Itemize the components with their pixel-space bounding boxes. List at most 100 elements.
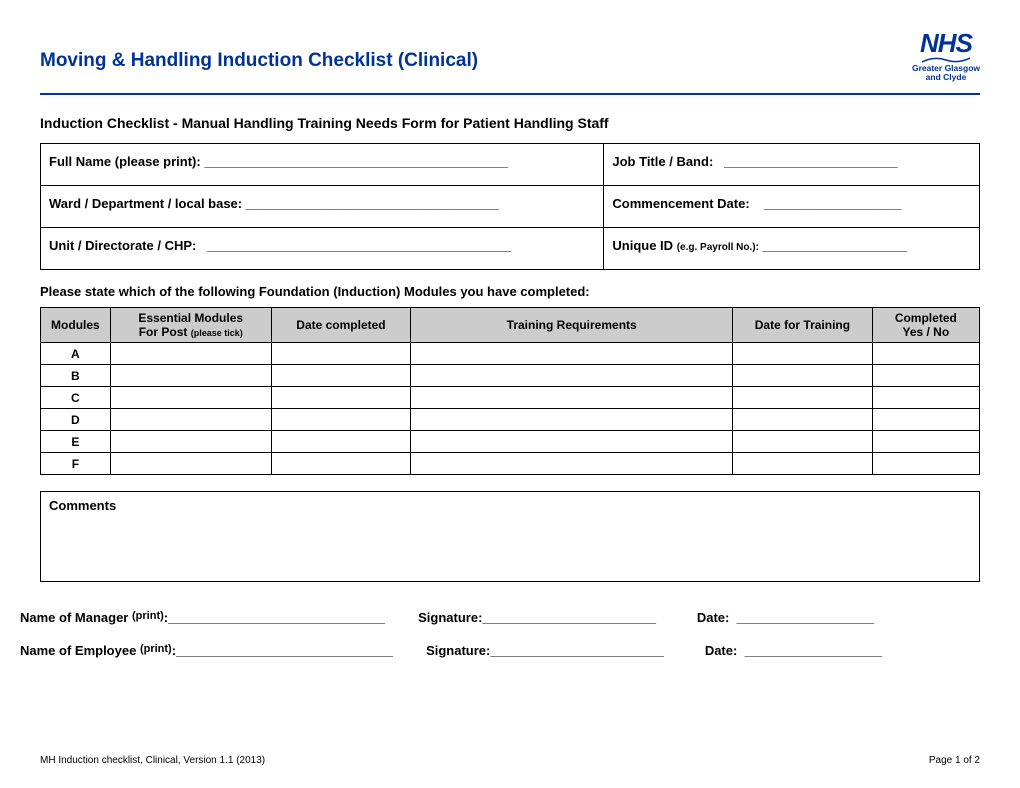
cell-essential[interactable] [110,343,271,365]
cell-date-completed[interactable] [271,343,411,365]
module-label: A [41,343,111,365]
hdr-essential: Essential Modules For Post (please tick) [110,307,271,343]
module-row-b: B [41,365,980,387]
field-ward[interactable]: Ward / Department / local base: ________… [41,185,604,227]
hdr-essential-paren: (please tick) [191,328,243,338]
cell-date-for-training[interactable] [733,387,873,409]
full-name-line: ________________________________________… [204,154,508,169]
cell-essential[interactable] [110,431,271,453]
cell-completed[interactable] [872,453,979,475]
ward-line: ___________________________________ [246,196,499,211]
module-label: C [41,387,111,409]
module-row-c: C [41,387,980,409]
unit-line: ________________________________________… [207,238,511,253]
cell-date-completed[interactable] [271,453,411,475]
employee-date-line[interactable]: ___________________ [745,643,900,658]
manager-print-paren: (print) [132,610,164,625]
hdr-training-req: Training Requirements [411,307,733,343]
cell-completed[interactable] [872,431,979,453]
full-name-label: Full Name (please print): [49,154,201,169]
logo-main-text: NHS [912,30,980,56]
module-label: D [41,409,111,431]
cell-date-for-training[interactable] [733,409,873,431]
manager-signature-line: Name of Manager (print) : ______________… [20,610,980,625]
cell-essential[interactable] [110,453,271,475]
hdr-essential-l1: Essential Modules [138,311,243,325]
module-label: E [41,431,111,453]
module-row-d: D [41,409,980,431]
cell-date-for-training[interactable] [733,453,873,475]
cell-training-req[interactable] [411,453,733,475]
hdr-date-for-training: Date for Training [733,307,873,343]
modules-table: Modules Essential Modules For Post (plea… [40,307,980,476]
cell-training-req[interactable] [411,431,733,453]
cell-essential[interactable] [110,409,271,431]
unique-id-paren: (e.g. Payroll No.): [677,242,759,253]
manager-label: Name of Manager [20,610,128,625]
employee-name-line[interactable]: ______________________________ [176,643,426,658]
manager-sig-line[interactable]: ________________________ [482,610,682,625]
hdr-completed: Completed Yes / No [872,307,979,343]
cell-completed[interactable] [872,387,979,409]
module-row-a: A [41,343,980,365]
cell-training-req[interactable] [411,343,733,365]
title-underline [40,93,980,95]
page-title: Moving & Handling Induction Checklist (C… [40,50,478,72]
comments-label: Comments [49,498,116,513]
hdr-essential-l2: For Post [139,325,188,339]
nhs-logo: NHS Greater Glasgow and Clyde [912,30,980,83]
cell-completed[interactable] [872,343,979,365]
cell-essential[interactable] [110,365,271,387]
footer: MH Induction checklist, Clinical, Versio… [40,755,980,766]
field-full-name[interactable]: Full Name (please print): ______________… [41,143,604,185]
footer-right: Page 1 of 2 [929,755,980,766]
modules-header-row: Modules Essential Modules For Post (plea… [41,307,980,343]
cell-completed[interactable] [872,365,979,387]
comments-table: Comments [40,491,980,582]
cell-date-completed[interactable] [271,365,411,387]
signature-label: Signature: [426,643,490,658]
header-row: Moving & Handling Induction Checklist (C… [40,30,980,83]
module-row-e: E [41,431,980,453]
field-unit[interactable]: Unit / Directorate / CHP: ______________… [41,227,604,269]
employee-sig-line[interactable]: ________________________ [490,643,690,658]
unique-id-label: Unique ID [612,238,673,253]
hdr-completed-l2: Yes / No [902,325,949,339]
cell-training-req[interactable] [411,365,733,387]
signature-label: Signature: [418,610,482,625]
date-label: Date: [697,610,730,625]
cell-training-req[interactable] [411,409,733,431]
cell-essential[interactable] [110,387,271,409]
cell-completed[interactable] [872,409,979,431]
unit-label: Unit / Directorate / CHP: [49,238,196,253]
module-label: B [41,365,111,387]
cell-date-for-training[interactable] [733,431,873,453]
details-table: Full Name (please print): ______________… [40,143,980,270]
footer-left: MH Induction checklist, Clinical, Versio… [40,755,265,766]
module-row-f: F [41,453,980,475]
cell-date-completed[interactable] [271,409,411,431]
employee-signature-line: Name of Employee (print) : _____________… [20,643,980,658]
commencement-label: Commencement Date: [612,196,749,211]
section-subtitle: Induction Checklist - Manual Handling Tr… [40,115,980,131]
field-job-title[interactable]: Job Title / Band: ______________________… [604,143,980,185]
comments-cell[interactable]: Comments [41,492,980,582]
module-label: F [41,453,111,475]
hdr-modules: Modules [41,307,111,343]
field-unique-id[interactable]: Unique ID (e.g. Payroll No.): __________… [604,227,980,269]
cell-date-for-training[interactable] [733,365,873,387]
date-label: Date: [705,643,738,658]
unique-id-line: ____________________ [763,238,908,253]
cell-date-completed[interactable] [271,387,411,409]
job-title-line: ________________________ [724,154,898,169]
cell-date-completed[interactable] [271,431,411,453]
field-commencement[interactable]: Commencement Date: ___________________ [604,185,980,227]
ward-label: Ward / Department / local base: [49,196,242,211]
cell-training-req[interactable] [411,387,733,409]
employee-label: Name of Employee [20,643,136,658]
manager-name-line[interactable]: ______________________________ [168,610,418,625]
hdr-completed-l1: Completed [895,311,957,325]
commencement-line: ___________________ [764,196,901,211]
manager-date-line[interactable]: ___________________ [737,610,892,625]
cell-date-for-training[interactable] [733,343,873,365]
